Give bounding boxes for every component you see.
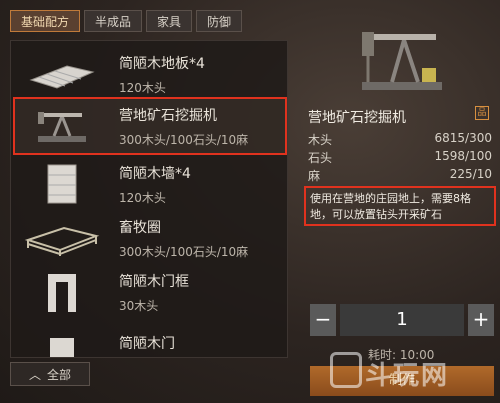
list-item[interactable]: 简陋木门框 30木头 — [15, 265, 285, 319]
quantity-value[interactable]: 1 — [340, 304, 464, 336]
pumpjack-icon — [21, 101, 103, 151]
tab-defense[interactable]: 防御 — [196, 10, 243, 32]
resource-label: 木头 — [308, 133, 333, 147]
tab-furniture[interactable]: 家具 — [146, 10, 193, 32]
doorframe-icon — [21, 267, 103, 317]
item-cost: 300木头/100石头/10麻 — [119, 244, 249, 259]
quantity-stepper: − 1 + — [310, 304, 494, 336]
resource-value: 6815/300 — [434, 131, 493, 145]
list-item-selected[interactable]: 营地矿石挖掘机 300木头/100石头/10麻 — [13, 97, 287, 155]
decrease-button[interactable]: − — [310, 304, 336, 336]
list-item[interactable]: 简陋木墙*4 120木头 — [15, 157, 285, 211]
chevron-up-icon: ︿ — [28, 367, 41, 382]
info-badge-icon[interactable]: 品 — [475, 106, 489, 120]
pumpjack-preview-icon — [352, 18, 452, 98]
watermark-logo-icon — [330, 352, 362, 388]
tab-basic[interactable]: 基础配方 — [10, 10, 81, 32]
item-description: 使用在营地的庄园地上，需要8格地，可以放置钻头开采矿石 — [304, 186, 496, 226]
pen-icon — [21, 213, 103, 263]
recipe-tabs: 基础配方 半成品 家具 防御 — [10, 10, 243, 32]
item-name: 畜牧圈 — [119, 219, 161, 236]
resource-row: 木头 6815/300 — [308, 131, 492, 147]
list-item[interactable]: 简陋木门 — [15, 319, 285, 357]
resource-label: 麻 — [308, 169, 321, 183]
show-all-label: 全部 — [47, 367, 72, 382]
item-cost: 120木头 — [119, 80, 166, 95]
increase-button[interactable]: + — [468, 304, 494, 336]
detail-title: 营地矿石挖掘机 — [308, 110, 406, 126]
door-icon — [21, 321, 103, 357]
resource-row: 麻 225/10 — [308, 167, 492, 183]
resource-value: 225/10 — [449, 167, 492, 181]
wall-icon — [21, 159, 103, 209]
floor-icon — [21, 49, 103, 99]
resource-label: 石头 — [308, 151, 333, 165]
item-name: 简陋木墙*4 — [119, 165, 191, 182]
item-cost: 120木头 — [119, 190, 166, 205]
resource-value: 1598/100 — [434, 149, 493, 163]
item-cost: 300木头/100石头/10麻 — [119, 132, 249, 147]
watermark: 斗玩网 — [365, 361, 450, 391]
recipe-list[interactable]: 简陋木地板*4 120木头 营地矿石挖掘机 300木头/100石头/10麻 简陋… — [10, 40, 288, 358]
resource-row: 石头 1598/100 — [308, 149, 492, 165]
list-item[interactable]: 畜牧圈 300木头/100石头/10麻 — [15, 211, 285, 265]
item-name: 简陋木地板*4 — [119, 55, 205, 72]
show-all-button[interactable]: ︿ 全部 — [10, 362, 90, 386]
item-name: 营地矿石挖掘机 — [119, 107, 217, 124]
list-item[interactable]: 简陋木地板*4 120木头 — [15, 47, 285, 101]
item-name: 简陋木门框 — [119, 273, 189, 290]
tab-semi-finished[interactable]: 半成品 — [84, 10, 143, 32]
item-name: 简陋木门 — [119, 336, 175, 352]
item-cost: 30木头 — [119, 298, 159, 313]
